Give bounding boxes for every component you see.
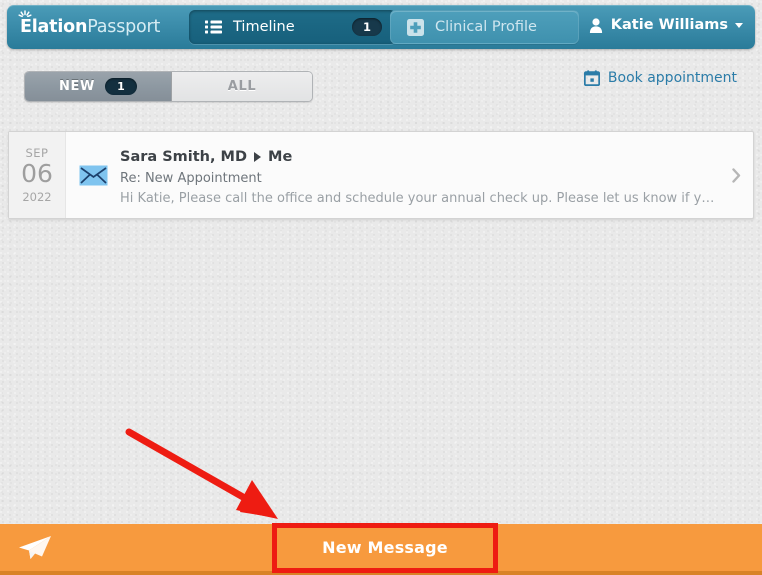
caret-down-icon (735, 22, 743, 28)
message-date-year: 2022 (22, 189, 52, 204)
envelope-icon (79, 165, 107, 185)
filter-all-button[interactable]: ALL (172, 72, 312, 101)
medical-cross-icon (407, 18, 424, 36)
chevron-right-icon (731, 167, 740, 183)
app-header: Elation Passport Timeline 1 Clinical Pro… (7, 5, 755, 49)
tab-timeline-badge: 1 (352, 18, 382, 36)
app-logo[interactable]: Elation Passport (18, 10, 161, 39)
person-icon (589, 17, 602, 33)
new-message-button[interactable]: New Message (272, 524, 498, 571)
message-date-month: SEP (25, 145, 49, 160)
filter-all-label: ALL (227, 79, 257, 94)
user-menu[interactable]: Katie Williams (589, 17, 743, 33)
bottom-action-bar: New Message (0, 524, 762, 575)
message-preview: Hi Katie, Please call the office and sch… (120, 191, 719, 206)
filter-new-label: NEW (59, 79, 95, 94)
starburst-icon (18, 10, 32, 18)
list-icon (205, 20, 222, 34)
message-participants: Sara Smith, MD Me (120, 148, 719, 166)
message-sender: Sara Smith, MD (120, 149, 248, 165)
tab-clinical-profile[interactable]: Clinical Profile (390, 10, 579, 44)
message-recipient: Me (268, 149, 293, 165)
filter-new-button[interactable]: NEW 1 (25, 72, 172, 101)
message-open-chevron[interactable] (719, 132, 753, 218)
message-subject: Re: New Appointment (120, 171, 262, 186)
book-appointment-label: Book appointment (607, 70, 737, 86)
calendar-icon (583, 70, 600, 86)
filter-new-badge: 1 (104, 78, 137, 95)
message-filter-group: NEW 1 ALL (24, 71, 313, 102)
send-message-icon-button[interactable] (18, 535, 52, 561)
message-date-day: 06 (21, 158, 53, 188)
triangle-right-icon (254, 152, 262, 162)
tab-clinical-profile-label: Clinical Profile (435, 19, 537, 35)
book-appointment-link[interactable]: Book appointment (583, 70, 737, 86)
message-content: Sara Smith, MD Me Re: New Appointment Hi… (120, 132, 719, 218)
new-message-label: New Message (322, 538, 448, 557)
message-status (66, 132, 120, 218)
message-date: SEP 06 2022 (9, 132, 66, 218)
brand-name-light: Passport (87, 17, 161, 37)
message-list-item[interactable]: SEP 06 2022 Sara Smith, MD Me Re: New Ap… (8, 131, 754, 219)
tab-timeline-label: Timeline (233, 19, 295, 35)
tab-timeline[interactable]: Timeline 1 (189, 10, 396, 44)
paper-plane-icon (19, 536, 51, 559)
user-name: Katie Williams (610, 17, 728, 33)
